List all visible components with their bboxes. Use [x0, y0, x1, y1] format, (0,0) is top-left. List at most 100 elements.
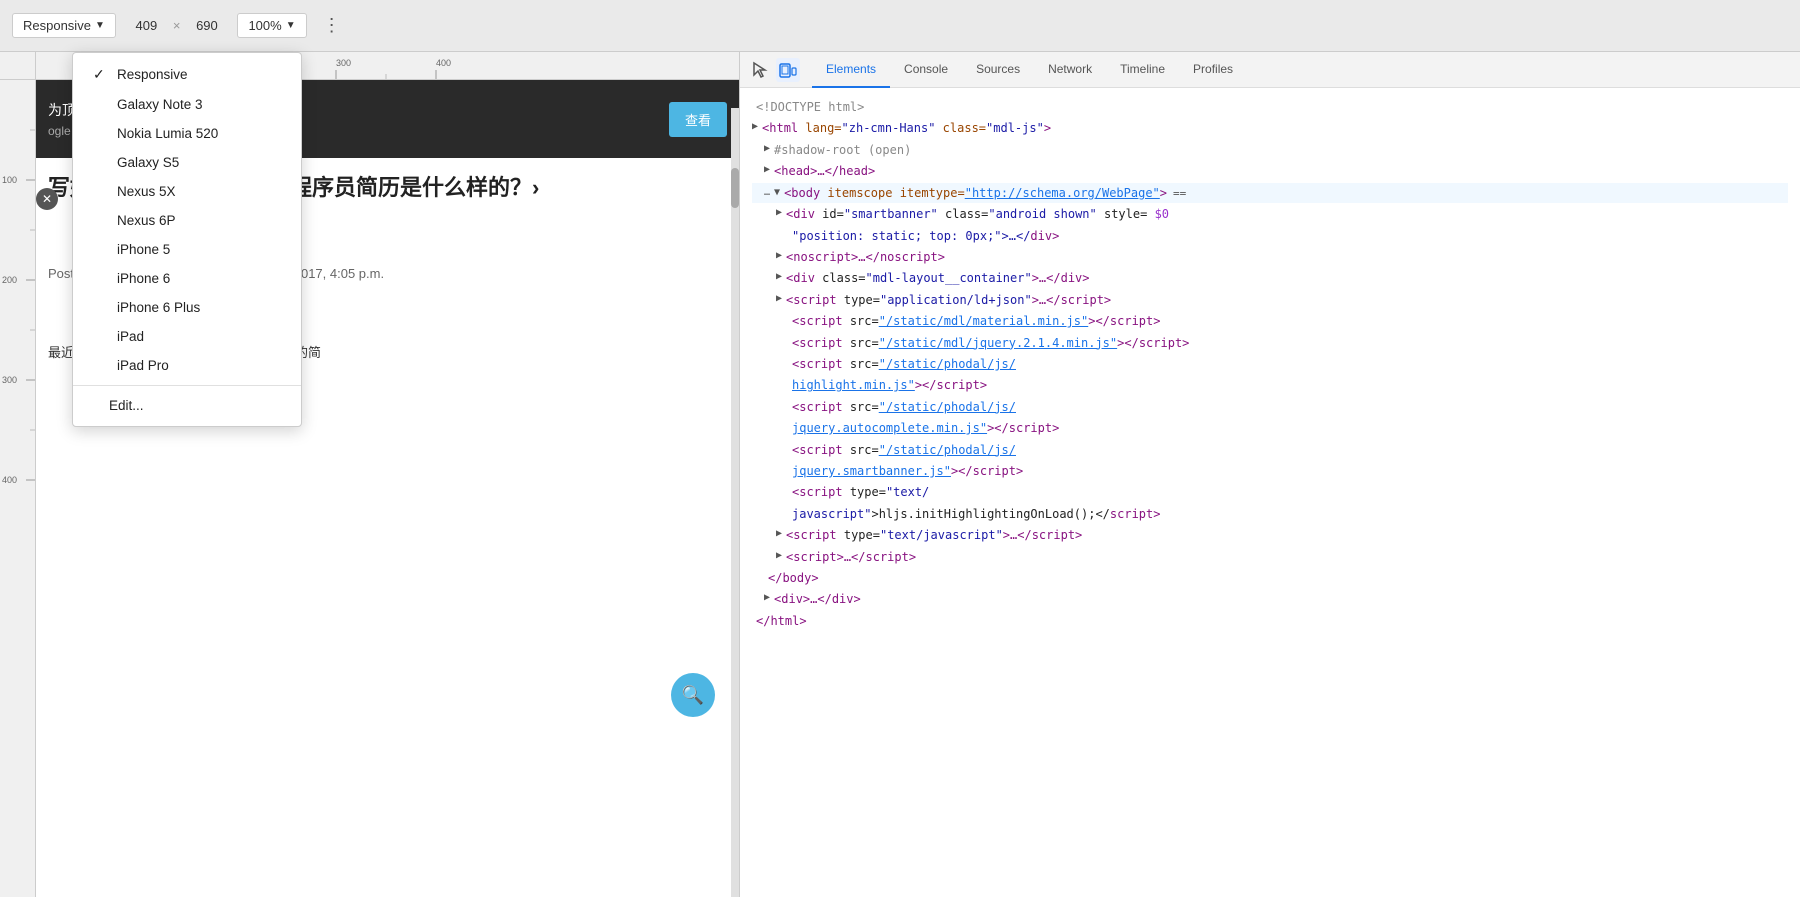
dimensions-area: ×: [124, 18, 230, 33]
code-script-smartbanner-1: <script src="/static/phodal/js/: [752, 440, 1788, 460]
code-body-close: </body>: [752, 568, 1788, 588]
code-head[interactable]: <head>…</head>: [752, 161, 1788, 181]
code-shadow-root[interactable]: #shadow-root (open): [752, 140, 1788, 160]
svg-text:400: 400: [436, 58, 451, 68]
code-script-empty[interactable]: <script>…</script>: [752, 547, 1788, 567]
code-body-open[interactable]: … <body itemscope itemtype="http://schem…: [752, 183, 1788, 204]
code-text: jquery.autocomplete.min.js"></script>: [792, 418, 1059, 438]
code-script-textjs-2: javascript">hljs.initHighlightingOnLoad(…: [752, 504, 1788, 524]
zoom-label: 100%: [248, 18, 281, 33]
tab-sources[interactable]: Sources: [962, 52, 1034, 88]
close-viewport-btn[interactable]: ✕: [36, 188, 58, 210]
height-input[interactable]: [184, 18, 229, 33]
expand-arrow[interactable]: [764, 161, 770, 178]
devtools-elements-content[interactable]: <!DOCTYPE html> <html lang="zh-cmn-Hans"…: [740, 88, 1800, 897]
code-doctype: <!DOCTYPE html>: [752, 97, 1788, 117]
close-icon: ✕: [42, 192, 52, 206]
ruler-vertical: 100 200 300 400: [0, 80, 36, 897]
code-text: <script src="/static/mdl/jquery.2.1.4.mi…: [792, 333, 1189, 353]
toolbar-left: Responsive ▼ × 100% ▼ ⋮: [12, 11, 1788, 40]
code-text: <script>…</script>: [786, 547, 916, 567]
check-icon: ✓: [93, 66, 109, 83]
code-script-ldjson[interactable]: <script type="application/ld+json">…</sc…: [752, 290, 1788, 310]
menu-item-label: Galaxy S5: [117, 155, 179, 170]
menu-edit-btn[interactable]: Edit...: [73, 391, 301, 420]
more-options-btn[interactable]: ⋮: [315, 11, 349, 40]
cursor-tool-btn[interactable]: [748, 58, 772, 82]
code-text: <head>…</head>: [774, 161, 875, 181]
width-input[interactable]: [124, 18, 169, 33]
menu-item-galaxy-s5[interactable]: Galaxy S5: [73, 148, 301, 177]
code-text: <html lang="zh-cmn-Hans" class="mdl-js">: [762, 118, 1051, 138]
menu-item-label: Nokia Lumia 520: [117, 126, 218, 141]
tab-console[interactable]: Console: [890, 52, 962, 88]
code-text: javascript">hljs.initHighlightingOnLoad(…: [792, 504, 1161, 524]
scrollbar[interactable]: [731, 108, 739, 897]
menu-item-label: Responsive: [117, 67, 188, 82]
code-script-jquery: <script src="/static/mdl/jquery.2.1.4.mi…: [752, 333, 1788, 353]
devtools-icons: [748, 58, 800, 82]
responsive-label: Responsive: [23, 18, 91, 33]
menu-item-label: Nexus 6P: [117, 213, 176, 228]
menu-item-ipad[interactable]: iPad: [73, 322, 301, 351]
expand-arrow[interactable]: [776, 247, 782, 264]
expand-arrow[interactable]: [776, 525, 782, 542]
menu-item-iphone-6-plus[interactable]: iPhone 6 Plus: [73, 293, 301, 322]
menu-item-label: iPhone 5: [117, 242, 170, 257]
menu-item-nexus-6p[interactable]: Nexus 6P: [73, 206, 301, 235]
code-text: <script type="text/: [792, 482, 929, 502]
search-icon: 🔍: [682, 685, 704, 706]
zoom-arrow-icon: ▼: [286, 20, 296, 31]
code-text: <body itemscope itemtype="http://schema.…: [784, 183, 1186, 204]
code-text: <script type="text/javascript">…</script…: [786, 525, 1082, 545]
tab-timeline[interactable]: Timeline: [1106, 52, 1179, 88]
code-text: <script src="/static/mdl/material.min.js…: [792, 311, 1160, 331]
page-view-btn[interactable]: 查看: [669, 102, 727, 137]
expand-arrow[interactable]: [776, 204, 782, 221]
expand-arrow[interactable]: [752, 118, 758, 135]
device-emulation-btn[interactable]: [776, 58, 800, 82]
code-html-open[interactable]: <html lang="zh-cmn-Hans" class="mdl-js">: [752, 118, 1788, 138]
menu-item-label: iPhone 6: [117, 271, 170, 286]
code-script-textjavascript[interactable]: <script type="text/javascript">…</script…: [752, 525, 1788, 545]
code-text: <script src="/static/phodal/js/: [792, 440, 1016, 460]
menu-item-iphone-6[interactable]: iPhone 6: [73, 264, 301, 293]
tab-profiles[interactable]: Profiles: [1179, 52, 1247, 88]
menu-item-galaxy-note3[interactable]: Galaxy Note 3: [73, 90, 301, 119]
code-text: <script src="/static/phodal/js/: [792, 397, 1016, 417]
svg-text:400: 400: [2, 475, 17, 485]
tab-network[interactable]: Network: [1034, 52, 1106, 88]
code-script-highlight-1: <script src="/static/phodal/js/: [752, 354, 1788, 374]
menu-item-ipad-pro[interactable]: iPad Pro: [73, 351, 301, 380]
menu-item-label: Galaxy Note 3: [117, 97, 203, 112]
zoom-dropdown-btn[interactable]: 100% ▼: [237, 13, 306, 38]
expand-dot: …: [764, 184, 770, 201]
code-text: <script src="/static/phodal/js/: [792, 354, 1016, 374]
devtools-panel: Elements Console Sources Network Timelin…: [740, 52, 1800, 897]
code-noscript[interactable]: <noscript>…</noscript>: [752, 247, 1788, 267]
code-div-mdl-layout[interactable]: <div class="mdl-layout__container">…</di…: [752, 268, 1788, 288]
expand-arrow[interactable]: [776, 268, 782, 285]
code-script-highlight-2: highlight.min.js"></script>: [752, 375, 1788, 395]
code-script-material: <script src="/static/mdl/material.min.js…: [752, 311, 1788, 331]
code-text: <div id="smartbanner" class="android sho…: [786, 204, 1169, 224]
menu-item-responsive[interactable]: ✓ Responsive: [73, 59, 301, 90]
expand-arrow[interactable]: [776, 290, 782, 307]
menu-item-nexus-5x[interactable]: Nexus 5X: [73, 177, 301, 206]
code-div-smartbanner[interactable]: <div id="smartbanner" class="android sho…: [752, 204, 1788, 224]
code-text: <noscript>…</noscript>: [786, 247, 945, 267]
tab-elements[interactable]: Elements: [812, 52, 890, 88]
code-text: "position: static; top: 0px;">…</div>: [792, 226, 1059, 246]
menu-item-label: iPad Pro: [117, 358, 169, 373]
code-script-textjs-1: <script type="text/: [752, 482, 1788, 502]
fab-search-btn[interactable]: 🔍: [671, 673, 715, 717]
menu-item-nokia-lumia-520[interactable]: Nokia Lumia 520: [73, 119, 301, 148]
expand-arrow[interactable]: [764, 140, 770, 157]
expand-arrow[interactable]: [774, 184, 780, 201]
code-text: </html>: [756, 611, 807, 631]
menu-item-iphone-5[interactable]: iPhone 5: [73, 235, 301, 264]
responsive-dropdown-btn[interactable]: Responsive ▼: [12, 13, 116, 38]
expand-arrow[interactable]: [776, 547, 782, 564]
code-div-empty[interactable]: <div>…</div>: [752, 589, 1788, 609]
expand-arrow[interactable]: [764, 589, 770, 606]
